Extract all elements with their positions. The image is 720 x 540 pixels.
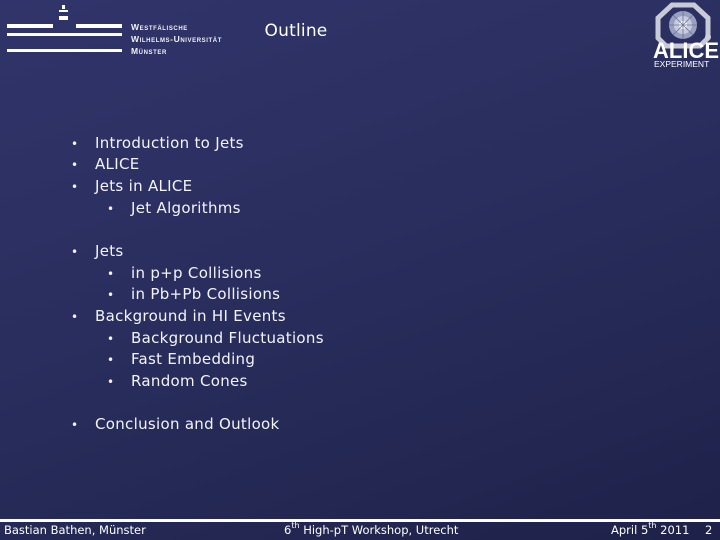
footer-event-name: High-pT Workshop, Utrecht (299, 523, 459, 537)
outline-subitem: Background Fluctuations (131, 329, 324, 347)
bullet-icon: • (71, 418, 79, 432)
outline-item: Background in HI Events (95, 307, 286, 325)
outline-item: Jets in ALICE (95, 177, 193, 195)
alice-logo-subtitle: EXPERIMENT (654, 59, 710, 69)
outline-subitem: Jet Algorithms (131, 199, 241, 217)
outline-subitem: in Pb+Pb Collisions (131, 285, 281, 303)
bullet-icon: • (71, 245, 79, 259)
bullet-icon: • (71, 137, 79, 151)
bullet-icon: • (71, 180, 79, 194)
outline-subitem: in p+p Collisions (131, 264, 262, 282)
outline-item: Introduction to Jets (95, 134, 244, 152)
footer-author: Bastian Bathen, Münster (4, 523, 146, 537)
outline-item: ALICE (95, 155, 140, 173)
footer-date: April 5th 2011 (611, 521, 690, 537)
bullet-icon: • (71, 310, 79, 324)
footer-date-prefix: April 5 (611, 523, 649, 537)
footer-event: 6th High-pT Workshop, Utrecht (284, 521, 459, 537)
bullet-icon: • (107, 353, 115, 367)
footer-divider (0, 519, 720, 522)
bullet-icon: • (107, 202, 115, 216)
outline-item: Jets (95, 242, 124, 260)
bullet-icon: • (71, 158, 79, 172)
footer-event-sup: th (291, 521, 300, 530)
bullet-icon: • (107, 375, 115, 389)
slide-title: Outline (264, 21, 328, 41)
university-name-line3: Münster (131, 46, 167, 56)
outline-subitem: Random Cones (131, 372, 248, 390)
outline-subitem: Fast Embedding (131, 350, 256, 368)
outline-item: Conclusion and Outlook (95, 415, 280, 433)
footer-date-year: 2011 (656, 523, 690, 537)
footer-date-sup: th (648, 521, 657, 530)
page-number: 2 (705, 523, 713, 537)
bullet-icon: • (107, 288, 115, 302)
bullet-icon: • (107, 332, 115, 346)
bullet-icon: • (107, 267, 115, 281)
